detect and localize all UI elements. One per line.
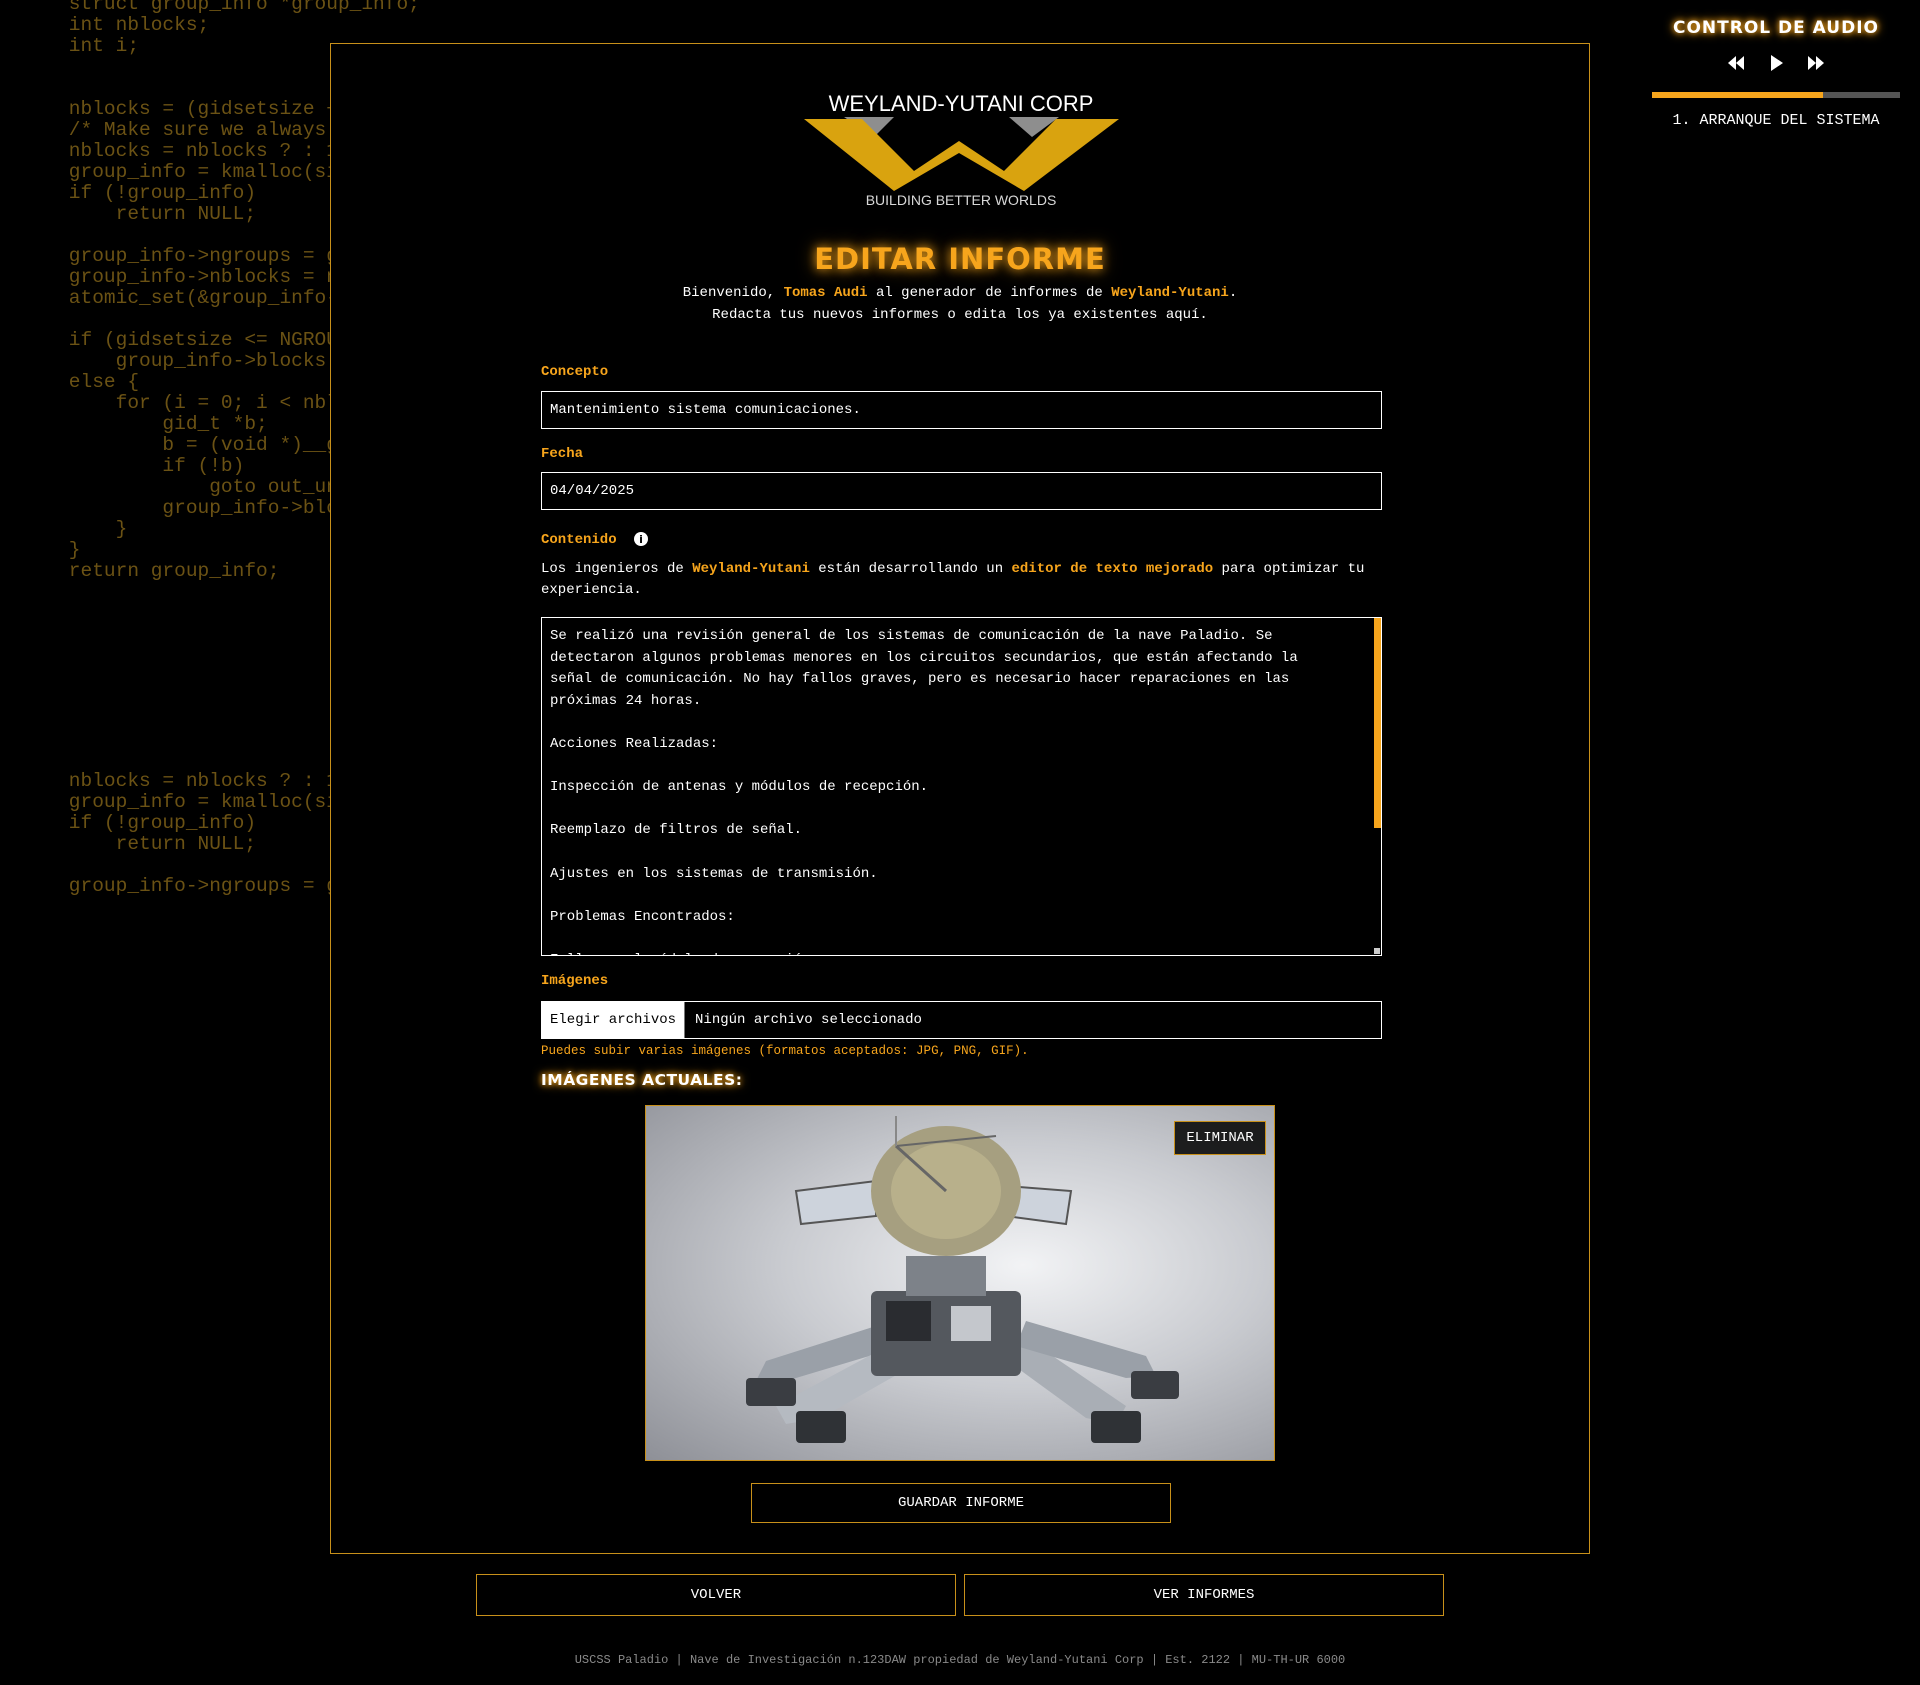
audio-track-title: 1. ARRANQUE DEL SISTEMA — [1672, 112, 1880, 129]
audio-controls — [1652, 54, 1900, 72]
welcome-message: Bienvenido, Tomas Audi al generador de i… — [331, 285, 1589, 301]
info-icon[interactable]: i — [634, 532, 648, 546]
weyland-yutani-logo: WEYLAND-YUTANI CORP BUILDING BETTER WORL… — [804, 91, 1119, 208]
logo-tagline: BUILDING BETTER WORLDS — [866, 192, 1057, 208]
page-title: EDITAR INFORME — [814, 242, 1106, 276]
contenido-text[interactable]: Se realizó una revisión general de los s… — [550, 626, 1341, 955]
current-images-title: IMÁGENES ACTUALES: — [541, 1071, 743, 1089]
audio-control: CONTROL DE AUDIO 1. ARRANQUE DEL SISTEMA — [1652, 18, 1900, 129]
note-company: Weyland-Yutani — [692, 561, 810, 577]
antenna-machine-image — [746, 1116, 1179, 1443]
file-status: Ningún archivo seleccionado — [695, 1012, 922, 1028]
user-name: Tomas Audi — [783, 285, 868, 301]
audio-progress-fill — [1652, 92, 1824, 98]
resize-handle[interactable] — [1374, 948, 1380, 954]
back-button[interactable]: VOLVER — [476, 1574, 956, 1616]
editor-note: Los ingenieros de Weyland-Yutani están d… — [541, 559, 1382, 601]
contenido-textarea[interactable]: Se realizó una revisión general de los s… — [541, 617, 1382, 956]
welcome-suffix: . — [1228, 285, 1238, 301]
company-name: Weyland-Yutani — [1111, 285, 1229, 301]
contenido-label: Contenido — [541, 532, 617, 548]
save-report-button[interactable]: GUARDAR INFORME — [751, 1483, 1171, 1523]
view-reports-button[interactable]: VER INFORMES — [964, 1574, 1444, 1616]
fast-forward-icon[interactable] — [1806, 54, 1826, 72]
welcome-subtitle: Redacta tus nuevos informes o edita los … — [712, 307, 1208, 323]
upload-hint: Puedes subir varias imágenes (formatos a… — [541, 1044, 1029, 1058]
textarea-scrollbar[interactable] — [1374, 618, 1381, 828]
rewind-icon[interactable] — [1726, 54, 1746, 72]
file-input[interactable]: Elegir archivos Ningún archivo seleccion… — [541, 1001, 1382, 1039]
note-prefix: Los ingenieros de — [541, 561, 693, 577]
edit-report-panel: WEYLAND-YUTANI CORP BUILDING BETTER WORL… — [330, 43, 1590, 1554]
delete-image-button[interactable]: ELIMINAR — [1174, 1121, 1266, 1155]
concepto-label: Concepto — [541, 364, 609, 380]
note-mid: están desarrollando un — [809, 561, 1012, 577]
logo-text: WEYLAND-YUTANI CORP — [829, 91, 1094, 116]
welcome-prefix: Bienvenido, — [682, 285, 784, 301]
audio-progress-bar[interactable] — [1652, 92, 1900, 98]
audio-title: CONTROL DE AUDIO — [1672, 18, 1879, 38]
play-icon[interactable] — [1766, 54, 1786, 72]
imagenes-label: Imágenes — [541, 973, 609, 989]
choose-files-button[interactable]: Elegir archivos — [542, 1002, 686, 1038]
concepto-input[interactable]: Mantenimiento sistema comunicaciones. — [541, 391, 1382, 429]
footer: USCSS Paladio | Nave de Investigación n.… — [574, 1653, 1346, 1667]
current-image: ELIMINAR — [645, 1105, 1275, 1461]
fecha-label: Fecha — [541, 446, 584, 462]
welcome-mid: al generador de informes de — [867, 285, 1112, 301]
fecha-input[interactable]: 04/04/2025 — [541, 472, 1382, 510]
note-editor: editor de texto mejorado — [1011, 561, 1214, 577]
